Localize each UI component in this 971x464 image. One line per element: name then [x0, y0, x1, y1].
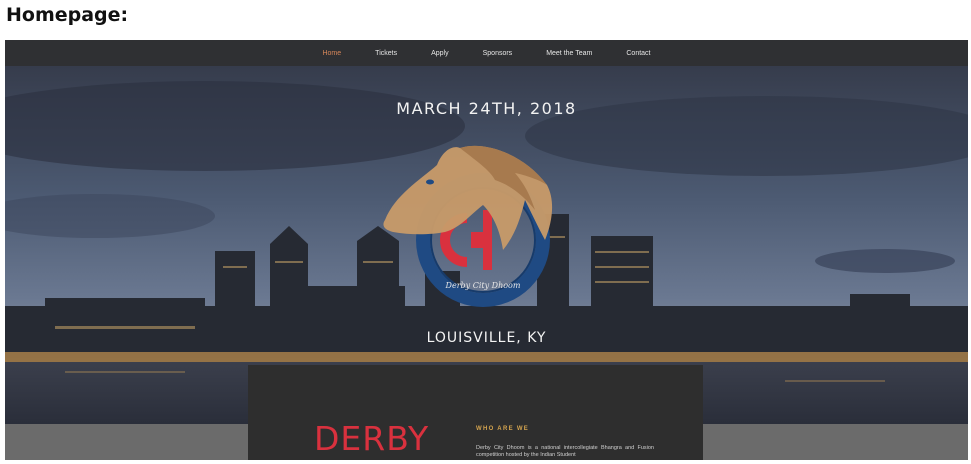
who-are-we-heading: WHO ARE WE	[476, 426, 530, 432]
event-date: MARCH 24TH, 2018	[396, 99, 577, 118]
nav-contact[interactable]: Contact	[626, 50, 650, 57]
about-text: Derby City Dhoom is a national intercoll…	[476, 445, 654, 458]
nav-meet-the-team[interactable]: Meet the Team	[546, 50, 592, 57]
logo-wordmark: Derby City Dhoom	[445, 281, 521, 290]
nav-home[interactable]: Home	[322, 50, 341, 57]
nav-tickets[interactable]: Tickets	[375, 50, 397, 57]
nav-sponsors[interactable]: Sponsors	[483, 50, 513, 57]
about-card: DERBY WHO ARE WE Derby City Dhoom is a n…	[248, 365, 703, 460]
event-city: LOUISVILLE, KY	[426, 330, 547, 346]
website-screenshot: Home Tickets Apply Sponsors Meet the Tea…	[5, 40, 968, 460]
nav-apply[interactable]: Apply	[431, 50, 449, 57]
derby-city-dhoom-logo: Derby City Dhoom	[375, 140, 565, 320]
page-heading: Homepage:	[6, 4, 129, 26]
derby-title: DERBY	[314, 419, 430, 458]
top-navbar: Home Tickets Apply Sponsors Meet the Tea…	[5, 40, 968, 66]
